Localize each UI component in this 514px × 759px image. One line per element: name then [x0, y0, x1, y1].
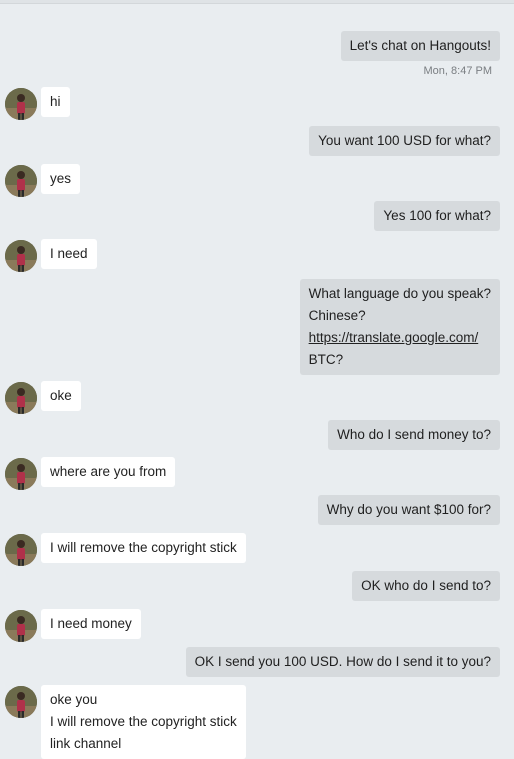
outgoing-message[interactable]: You want 100 USD for what? [309, 126, 500, 156]
contact-avatar-icon[interactable] [5, 165, 37, 197]
outgoing-message[interactable]: OK who do I send to? [352, 571, 500, 601]
incoming-message[interactable]: I need money [41, 609, 141, 639]
message-text: link channel [50, 736, 122, 751]
message-text: I need money [50, 616, 132, 631]
message-text: You want 100 USD for what? [318, 133, 491, 148]
contact-avatar-icon[interactable] [5, 88, 37, 120]
message-text: oke you [50, 692, 98, 707]
message-text: Let's chat on Hangouts! [349, 38, 491, 53]
message-text: oke [50, 388, 72, 403]
incoming-message[interactable]: I need [41, 239, 97, 269]
message-text: OK who do I send to? [361, 578, 491, 593]
message-text: What language do you speak? [308, 286, 491, 301]
outgoing-message[interactable]: OK I send you 100 USD. How do I send it … [185, 647, 500, 677]
contact-avatar-icon[interactable] [5, 534, 37, 566]
message-text: hi [50, 94, 61, 109]
message-timestamp: Mon, 8:47 PM [423, 65, 492, 77]
message-text: Yes 100 for what? [383, 208, 491, 223]
contact-avatar-icon[interactable] [5, 610, 37, 642]
message-text: yes [50, 171, 72, 186]
message-text: I will remove the copyright stick [50, 540, 237, 555]
outgoing-message[interactable]: What language do you speak? Chinese? htt… [299, 279, 500, 375]
message-text: Who do I send money to? [337, 427, 491, 442]
message-text: BTC? [308, 352, 344, 367]
message-text: Why do you want $100 for? [326, 502, 491, 517]
message-text: OK I send you 100 USD. How do I send it … [194, 654, 491, 669]
outgoing-message[interactable]: Who do I send money to? [328, 420, 500, 450]
outgoing-message[interactable]: Yes 100 for what? [374, 201, 500, 231]
incoming-message[interactable]: hi [41, 87, 70, 117]
message-text: where are you from [50, 464, 167, 479]
contact-avatar-icon[interactable] [5, 382, 37, 414]
message-text: I will remove the copyright stick [50, 714, 237, 729]
message-link[interactable]: https://translate.google.com/ [309, 327, 491, 349]
incoming-message[interactable]: oke [41, 381, 81, 411]
outgoing-message[interactable]: Let's chat on Hangouts! [340, 31, 500, 61]
contact-avatar-icon[interactable] [5, 458, 37, 490]
message-text: I need [50, 246, 88, 261]
incoming-message[interactable]: yes [41, 164, 81, 194]
incoming-message[interactable]: oke you I will remove the copyright stic… [41, 685, 246, 759]
contact-avatar-icon[interactable] [5, 240, 37, 272]
message-text: Chinese? [308, 308, 366, 323]
incoming-message[interactable]: where are you from [41, 457, 176, 487]
incoming-message[interactable]: I will remove the copyright stick [41, 533, 246, 563]
contact-avatar-icon[interactable] [5, 686, 37, 718]
outgoing-message[interactable]: Why do you want $100 for? [317, 495, 500, 525]
chat-thread[interactable]: Let's chat on Hangouts! Mon, 8:47 PM hi … [0, 0, 514, 759]
